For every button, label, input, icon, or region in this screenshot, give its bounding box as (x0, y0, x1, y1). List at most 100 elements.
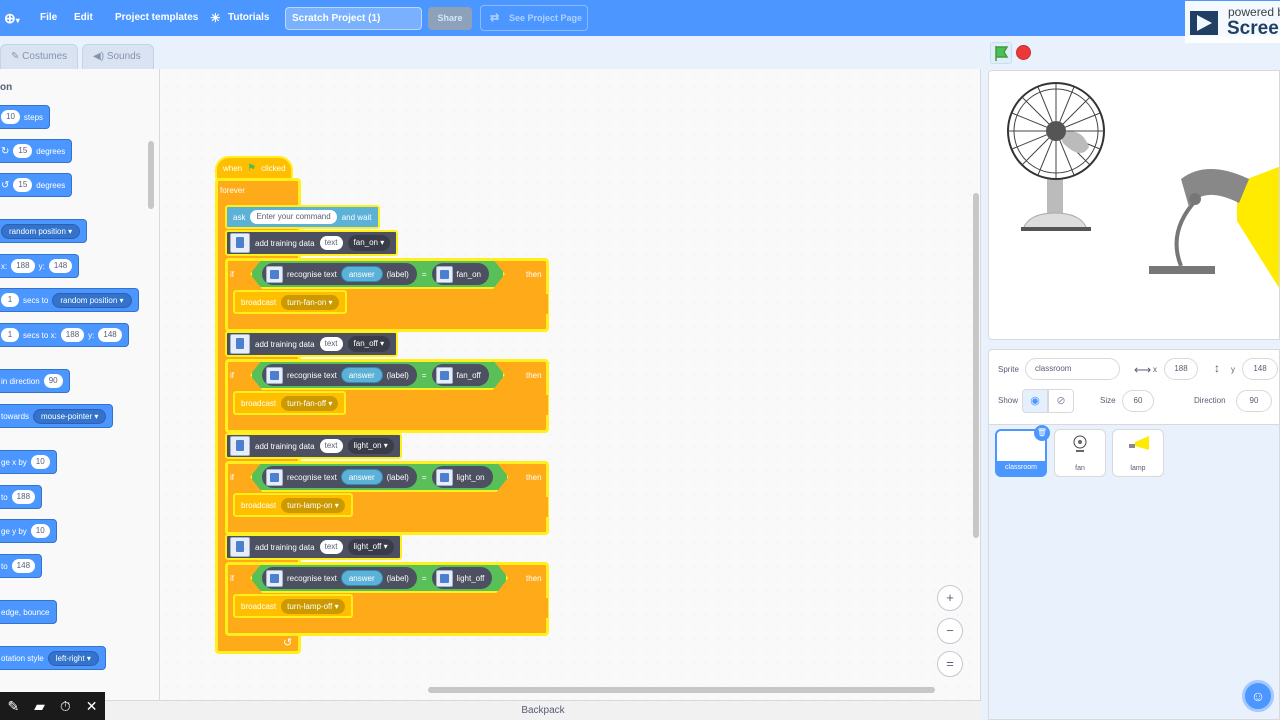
recognise-text-reporter[interactable]: recognise text answer (label) (262, 466, 417, 488)
palette-block-move-steps[interactable]: 10 steps (0, 105, 51, 129)
answer-reporter[interactable]: answer (341, 570, 383, 586)
menu-file[interactable]: File (40, 0, 57, 36)
training-text-input[interactable]: text (319, 540, 343, 554)
label-dropdown[interactable]: light_off ▾ (347, 539, 394, 555)
tab-sounds[interactable]: ◀) Sounds (82, 44, 154, 69)
palette-block-glide-to-xy[interactable]: 1 secs to x: 188 y: 148 (0, 323, 129, 347)
label-reporter[interactable]: fan_on (432, 263, 489, 285)
code-horizontal-scrollbar[interactable] (428, 687, 935, 693)
dx-input[interactable]: 10 (30, 455, 50, 469)
message-dropdown[interactable]: turn-lamp-on ▾ (281, 497, 345, 513)
recognise-text-reporter[interactable]: recognise text answer (label) (262, 263, 417, 285)
share-button[interactable]: Share (428, 7, 472, 30)
tab-costumes[interactable]: ✎ Costumes (0, 44, 78, 69)
palette-block-turn-left[interactable]: ↺ 15 degrees (0, 173, 73, 197)
sprite-thumb-fan[interactable]: fan (1054, 429, 1106, 477)
label-dropdown[interactable]: fan_on ▾ (347, 235, 391, 251)
y-input[interactable]: 148 (1242, 358, 1278, 380)
message-dropdown[interactable]: turn-fan-on ▾ (281, 294, 339, 310)
add-sprite-button[interactable]: ☺ (1242, 680, 1274, 712)
label-dropdown[interactable]: light_on ▾ (347, 438, 394, 454)
add-training-data-block[interactable]: add training data text light_off ▾ (225, 534, 402, 560)
palette-block-set-y[interactable]: to 148 (0, 554, 43, 578)
zoom-reset-button[interactable]: = (937, 651, 963, 677)
when-flag-clicked-block[interactable]: when ⚑ clicked (215, 156, 293, 180)
direction-input[interactable]: 90 (1236, 390, 1272, 412)
answer-reporter[interactable]: answer (341, 266, 383, 282)
recognise-text-reporter[interactable]: recognise text answer (label) (262, 567, 417, 589)
message-dropdown[interactable]: turn-lamp-off ▾ (281, 598, 345, 614)
label-dropdown[interactable]: fan_off ▾ (347, 336, 391, 352)
zoom-in-button[interactable]: + (937, 585, 963, 611)
y-input[interactable]: 148 (11, 559, 36, 573)
size-input[interactable]: 60 (1122, 390, 1154, 412)
answer-reporter[interactable]: answer (341, 469, 383, 485)
broadcast-block[interactable]: broadcast turn-fan-off ▾ (233, 391, 347, 415)
add-training-data-block[interactable]: add training data text fan_on ▾ (225, 230, 399, 256)
show-visible-eye-icon[interactable]: ◉ (1022, 389, 1048, 413)
see-project-page-button[interactable]: ⇄ See Project Page (480, 5, 588, 31)
palette-block-bounce[interactable]: edge, bounce (0, 600, 57, 624)
show-hidden-eye-icon[interactable]: ⊘ (1048, 389, 1074, 413)
target-dropdown[interactable]: random position ▾ (1, 223, 81, 239)
close-icon[interactable]: ✕ (86, 698, 98, 715)
add-training-data-block[interactable]: add training data text fan_off ▾ (225, 331, 399, 357)
ask-and-wait-block[interactable]: ask Enter your command and wait (225, 205, 380, 229)
secs-input[interactable]: 1 (1, 328, 19, 342)
menu-project-templates[interactable]: Project templates (115, 0, 198, 36)
backpack-bar[interactable]: Backpack (105, 700, 981, 720)
timer-icon[interactable]: ⏱ (60, 698, 71, 715)
training-text-input[interactable]: text (319, 337, 343, 351)
globe-icon[interactable]: ⊕▾ (4, 0, 20, 36)
menu-tutorials[interactable]: Tutorials (228, 0, 269, 36)
x-input[interactable]: 188 (1164, 358, 1198, 380)
palette-block-go-to[interactable]: random position ▾ (0, 219, 88, 243)
code-vertical-scrollbar[interactable] (973, 193, 979, 538)
rotation-style-dropdown[interactable]: left-right ▾ (47, 650, 99, 666)
menu-edit[interactable]: Edit (74, 0, 93, 36)
palette-block-point-in-direction[interactable]: in direction 90 (0, 369, 70, 393)
answer-reporter[interactable]: answer (341, 367, 383, 383)
zoom-out-button[interactable]: − (937, 618, 963, 644)
palette-block-set-x[interactable]: to 188 (0, 485, 43, 509)
equals-operator-block[interactable]: recognise text answer (label) = light_of… (250, 563, 508, 593)
label-reporter[interactable]: fan_off (432, 364, 489, 386)
pen-icon[interactable]: ✎ (7, 698, 19, 715)
palette-block-rotation-style[interactable]: otation style left-right ▾ (0, 646, 106, 670)
label-reporter[interactable]: light_off (432, 567, 493, 589)
equals-operator-block[interactable]: recognise text answer (label) = light_on (250, 462, 509, 492)
eraser-icon[interactable]: ▰ (34, 698, 45, 715)
y-input[interactable]: 148 (98, 328, 122, 342)
recognise-text-reporter[interactable]: recognise text answer (label) (262, 364, 417, 386)
equals-operator-block[interactable]: recognise text answer (label) = fan_off (250, 360, 505, 390)
training-text-input[interactable]: text (319, 236, 343, 250)
x-input[interactable]: 188 (60, 328, 85, 342)
broadcast-block[interactable]: broadcast turn-lamp-on ▾ (233, 493, 353, 517)
broadcast-block[interactable]: broadcast turn-lamp-off ▾ (233, 594, 353, 618)
training-text-input[interactable]: text (319, 439, 343, 453)
y-input[interactable]: 148 (48, 259, 73, 273)
equals-operator-block[interactable]: recognise text answer (label) = fan_on (250, 259, 505, 289)
secs-input[interactable]: 1 (1, 293, 19, 307)
green-flag-button[interactable] (990, 42, 1012, 64)
x-input[interactable]: 188 (11, 490, 36, 504)
palette-block-go-to-xy[interactable]: x: 188 y: 148 (0, 254, 80, 278)
palette-block-change-x[interactable]: ge x by 10 (0, 450, 57, 474)
stage[interactable] (988, 70, 1280, 340)
sprite-name-input[interactable]: classroom (1025, 358, 1120, 380)
towards-dropdown[interactable]: mouse-pointer ▾ (33, 408, 107, 424)
direction-input[interactable]: 90 (43, 374, 63, 388)
palette-block-change-y[interactable]: ge y by 10 (0, 519, 57, 543)
ask-prompt-input[interactable]: Enter your command (250, 210, 337, 224)
add-training-data-block[interactable]: add training data text light_on ▾ (225, 433, 402, 459)
x-input[interactable]: 188 (11, 259, 35, 273)
degrees-input[interactable]: 15 (13, 178, 33, 192)
stop-button[interactable] (1016, 45, 1031, 60)
project-title-input[interactable]: Scratch Project (1) (285, 7, 422, 30)
delete-sprite-icon[interactable]: 🗑 (1034, 425, 1050, 441)
message-dropdown[interactable]: turn-fan-off ▾ (281, 395, 339, 411)
target-dropdown[interactable]: random position ▾ (52, 292, 132, 308)
steps-input[interactable]: 10 (1, 110, 20, 124)
dy-input[interactable]: 10 (30, 524, 50, 538)
broadcast-block[interactable]: broadcast turn-fan-on ▾ (233, 290, 347, 314)
